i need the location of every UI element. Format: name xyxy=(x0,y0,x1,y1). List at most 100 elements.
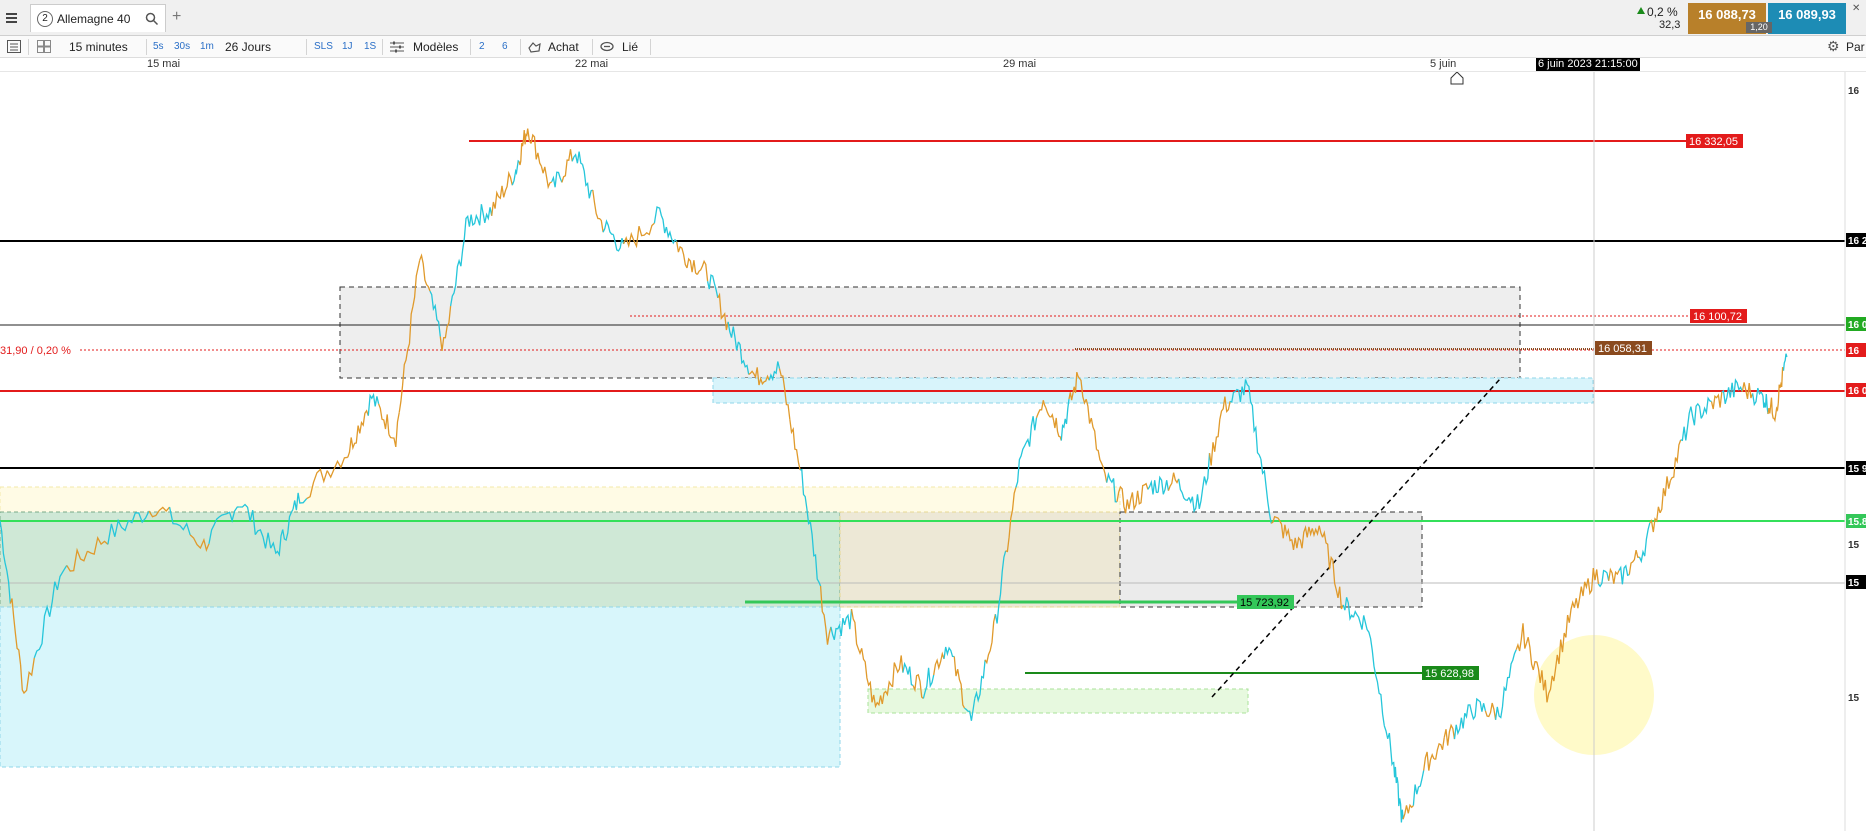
price-segment xyxy=(1157,475,1170,495)
interval-1j-button[interactable]: 1J xyxy=(339,39,356,55)
price-segment xyxy=(1669,439,1682,481)
price-segment xyxy=(943,646,955,659)
price-segment xyxy=(1250,401,1262,460)
price-segment xyxy=(1373,666,1385,726)
price-segment xyxy=(1443,723,1456,746)
date-label-22-mai: 22 mai xyxy=(575,58,609,70)
price-segment xyxy=(1208,419,1221,466)
ask-price: 16 089,93 xyxy=(1778,7,1836,22)
price-segment xyxy=(1147,479,1159,495)
price-segment xyxy=(1782,353,1788,371)
price-segment xyxy=(1566,598,1579,623)
interval-1s-button[interactable]: 1S xyxy=(361,39,379,55)
toolbar-separator xyxy=(520,39,521,55)
price-segment xyxy=(1412,770,1425,806)
price-segment xyxy=(1096,449,1108,483)
toolbar-separator xyxy=(306,39,307,55)
price-chart[interactable]: 16 332,05 16 100,72 16 058,31 15 723,92 … xyxy=(0,72,1866,831)
layout-2-button[interactable]: 2 xyxy=(476,39,488,55)
add-tab-button[interactable]: + xyxy=(172,8,181,26)
panel-icon[interactable] xyxy=(7,40,21,53)
timeframe-select[interactable]: 15 minutes xyxy=(66,39,131,55)
price-segment xyxy=(1136,482,1149,505)
link-button[interactable]: Lié xyxy=(619,39,641,55)
search-icon[interactable] xyxy=(145,12,159,26)
price-segment xyxy=(1423,751,1435,771)
price-segment xyxy=(602,219,614,236)
price-segment xyxy=(891,655,904,687)
templates-icon[interactable] xyxy=(390,41,404,53)
label-16100: 16 100,72 xyxy=(1693,311,1742,323)
price-segment xyxy=(1025,416,1038,447)
link-icon xyxy=(600,41,614,52)
price-segment xyxy=(1085,399,1098,450)
price-segment xyxy=(388,412,400,448)
price-segment xyxy=(789,419,801,471)
menu-icon[interactable] xyxy=(6,11,17,25)
price-segment xyxy=(540,166,553,190)
price-segment xyxy=(902,661,914,687)
label-15723: 15 723,92 xyxy=(1240,597,1289,609)
price-segment xyxy=(1659,476,1672,514)
date-axis: 15 mai 22 mai 29 mai 5 juin 6 juin 2023 … xyxy=(0,58,1866,72)
label-16332: 16 332,05 xyxy=(1689,136,1738,148)
toolbar-separator xyxy=(146,39,147,55)
price-segment xyxy=(1178,478,1190,502)
price-segment xyxy=(1700,396,1712,419)
price-segment xyxy=(377,403,390,435)
interval-1m-button[interactable]: 1m xyxy=(197,39,217,55)
price-segment xyxy=(1731,378,1743,398)
toolbar-separator xyxy=(650,39,651,55)
right-axis-tag: 15 9 xyxy=(1848,464,1866,475)
price-segment xyxy=(1690,402,1702,426)
price-segment xyxy=(840,608,853,636)
close-panel-icon[interactable]: ✕ xyxy=(1852,3,1860,14)
right-axis-tag: 16 xyxy=(1848,86,1860,97)
right-axis-tag: 16 2 xyxy=(1848,236,1866,247)
interval-30s-button[interactable]: 30s xyxy=(171,39,193,55)
price-segment xyxy=(511,159,520,186)
price-segment xyxy=(1198,453,1211,509)
price-segment xyxy=(347,425,359,458)
price-segment xyxy=(530,133,542,167)
change-up-icon xyxy=(1637,7,1645,14)
price-segment xyxy=(1721,382,1733,404)
interval-5s-button[interactable]: 5s xyxy=(150,39,167,55)
period-select[interactable]: 26 Jours xyxy=(222,39,274,55)
price-segment xyxy=(1363,615,1375,667)
price-segment xyxy=(1762,393,1769,415)
price-segment xyxy=(1126,490,1139,512)
tab-number-badge: 2 xyxy=(37,11,53,27)
price-segment xyxy=(1383,725,1394,767)
price-segment xyxy=(1494,685,1507,720)
right-axis-tag: 15 xyxy=(1848,693,1860,704)
price-segment xyxy=(561,149,573,183)
price-segment xyxy=(1484,702,1497,720)
layout-grid-icon[interactable] xyxy=(37,40,51,53)
right-axis-tag: 16 xyxy=(1848,346,1860,357)
settings-button[interactable]: Par xyxy=(1843,39,1866,55)
settings-gear-icon[interactable]: ⚙ xyxy=(1827,38,1840,55)
date-label-5-juin: 5 juin xyxy=(1430,58,1457,70)
sls-button[interactable]: SLS xyxy=(311,39,336,55)
spread-badge: 1,20 xyxy=(1746,22,1772,33)
price-segment xyxy=(1597,569,1610,588)
price-segment xyxy=(491,185,503,216)
ask-button[interactable]: 16 089,93 xyxy=(1768,3,1846,34)
price-segment xyxy=(501,170,513,198)
tab-allemagne-40[interactable]: 2 Allemagne 40 xyxy=(30,4,166,32)
buy-button[interactable]: Achat xyxy=(545,39,582,55)
top-bar: 2 Allemagne 40 + 0,2 % 32,3 16 088,73 16… xyxy=(0,0,1866,36)
price-segment xyxy=(612,234,625,252)
date-label-29-mai: 29 mai xyxy=(1003,58,1037,70)
templates-button[interactable]: Modèles xyxy=(410,39,461,55)
price-segment xyxy=(581,164,594,199)
price-segment xyxy=(1773,403,1779,423)
price-segment xyxy=(933,651,945,676)
price-segment xyxy=(470,204,483,227)
right-axis-tag: 15.8 xyxy=(1848,517,1866,528)
layout-6-button[interactable]: 6 xyxy=(499,39,511,55)
marker-triangle-icon xyxy=(1450,72,1464,85)
change-pts: 32,3 xyxy=(1659,19,1681,31)
price-segment xyxy=(653,206,668,234)
